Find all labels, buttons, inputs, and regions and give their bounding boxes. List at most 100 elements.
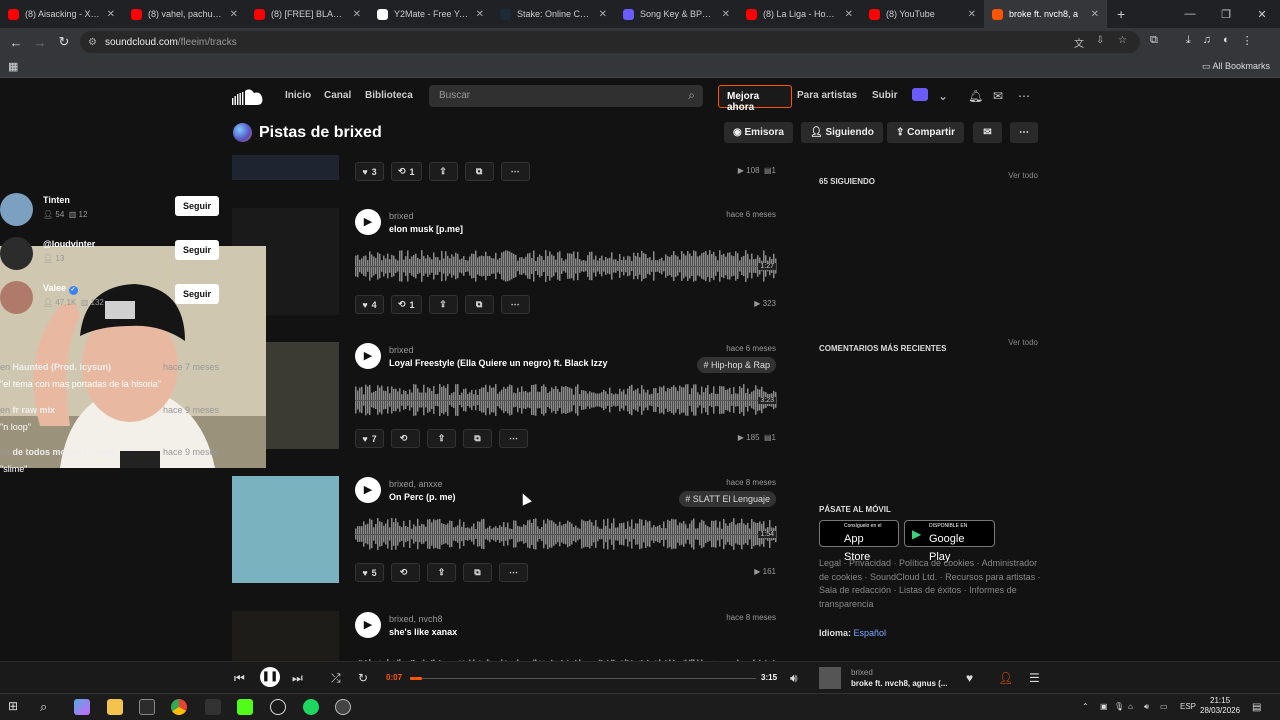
play-button[interactable]: ▶	[355, 209, 381, 235]
track-artwork[interactable]	[232, 476, 339, 583]
close-tab-icon[interactable]: ✕	[107, 9, 115, 20]
language-selector[interactable]: Idioma: Español	[819, 628, 886, 638]
copy-link-button[interactable]: ⧉	[464, 295, 494, 314]
speaker-icon[interactable]: 🔊︎	[1144, 702, 1149, 712]
copy-link-button[interactable]: ⧉	[464, 162, 494, 181]
forward-icon[interactable]: →	[28, 35, 52, 50]
progress-bar[interactable]	[410, 677, 756, 680]
messages-mail-icon[interactable]: ✉	[993, 89, 1003, 103]
browser-tab[interactable]: broke ft. nvch8, a ✕	[984, 0, 1107, 28]
track-artist[interactable]: brixed, anxxe	[389, 479, 443, 489]
queue-icon[interactable]: ☰	[1029, 671, 1040, 685]
waveform[interactable]	[355, 380, 777, 420]
play-button[interactable]: ▶	[355, 477, 381, 503]
repost-button[interactable]: ⟲ 1	[391, 162, 422, 181]
site-info-icon[interactable]: ⚙	[88, 37, 97, 48]
language-value[interactable]: Español	[854, 628, 887, 638]
follow-artist-icon[interactable]: 👤︎	[998, 671, 1013, 685]
copy-link-button[interactable]: ⧉	[463, 429, 492, 448]
close-tab-icon[interactable]: ✕	[1091, 9, 1099, 20]
windows-start-icon[interactable]: ⊞	[8, 699, 24, 715]
close-tab-icon[interactable]: ✕	[353, 9, 361, 20]
app-icon[interactable]	[205, 699, 221, 715]
play-button[interactable]: ▶	[355, 612, 381, 638]
chevron-down-icon[interactable]: ⌄	[938, 89, 948, 103]
app-store-button[interactable]: Consíguelo en el App Store	[819, 520, 899, 563]
share-button[interactable]: ⇪	[427, 563, 456, 582]
browser-tab[interactable]: (8) La Liga - Hoy Te v ✕	[738, 0, 861, 28]
browser-tab[interactable]: Y2Mate - Free YouTub ✕	[369, 0, 492, 28]
track-title[interactable]: elon musk [p.me]	[389, 224, 463, 234]
copilot-icon[interactable]	[74, 699, 90, 715]
next-track-icon[interactable]: ⏭	[292, 671, 303, 686]
network-icon[interactable]: ⌂	[1128, 702, 1133, 711]
comments-see-all[interactable]: Ver todo	[1008, 338, 1038, 347]
more-button[interactable]: ⋯	[499, 563, 528, 582]
like-button[interactable]: ♥ 3	[355, 162, 384, 181]
close-tab-icon[interactable]: ✕	[476, 9, 484, 20]
browser-tab[interactable]: (8) Aisacking - XQ SC ✕	[0, 0, 123, 28]
share-button[interactable]: ⇪	[427, 429, 456, 448]
user-avatar[interactable]	[912, 88, 928, 101]
translate-icon[interactable]: 文	[1074, 35, 1084, 50]
new-tab-icon[interactable]: +	[1107, 6, 1135, 22]
genre-tag[interactable]: # Hip-hop & Rap	[697, 357, 776, 373]
all-bookmarks[interactable]: ▭ All Bookmarks	[1202, 61, 1270, 72]
follow-button[interactable]: Seguir	[175, 240, 219, 260]
shuffle-icon[interactable]: ⤮	[331, 671, 341, 686]
restore-icon[interactable]: ❐	[1208, 8, 1244, 21]
more-dots-icon[interactable]: ⋯	[1018, 89, 1030, 103]
like-button[interactable]: ♥ 7	[355, 429, 384, 448]
language-indicator[interactable]: ESP	[1180, 702, 1196, 711]
user-avatar[interactable]	[0, 281, 33, 314]
media-icon[interactable]: ♫	[1203, 34, 1211, 47]
waveform[interactable]	[355, 514, 777, 554]
comment-track[interactable]: fr raw mix	[13, 405, 56, 415]
google-play-button[interactable]: ▶ DISPONIBLE EN Google Play	[904, 520, 995, 563]
volume-icon[interactable]: 🔊︎	[790, 671, 798, 686]
microphone-icon[interactable]: 🎙︎	[1114, 702, 1124, 711]
legal-links[interactable]: Legal · Privacidad · Política de cookies…	[819, 557, 1041, 611]
share-button[interactable]: ⇪	[428, 162, 458, 181]
clock[interactable]: 21:15 28/03/2026	[1200, 696, 1240, 716]
close-window-icon[interactable]: ✕	[1244, 8, 1280, 21]
store-icon[interactable]	[139, 699, 155, 715]
previous-track-icon[interactable]: ⏮	[234, 671, 245, 686]
like-heart-icon[interactable]: ♥	[966, 671, 973, 685]
profile-avatar-small[interactable]	[233, 123, 252, 142]
browser-tab[interactable]: Stake: Online Casino ✕	[492, 0, 615, 28]
browser-tab[interactable]: (8) [FREE] BLAGH Typ ✕	[246, 0, 369, 28]
follow-button[interactable]: Seguir	[175, 196, 219, 216]
track-artist[interactable]: brixed, nvch8	[389, 614, 443, 624]
profile-avatar[interactable]: ◐	[1223, 34, 1230, 47]
user-name-link[interactable]: @loudvinter	[43, 239, 95, 249]
more-button[interactable]: ⋯	[500, 295, 530, 314]
track-title[interactable]: Loyal Freestyle (Ella Quiere un negro) f…	[389, 358, 608, 368]
repost-button[interactable]: ⟲	[391, 429, 420, 448]
user-name-link[interactable]: Tinten	[43, 195, 70, 205]
obs-icon[interactable]	[270, 699, 286, 715]
close-tab-icon[interactable]: ✕	[722, 9, 730, 20]
track-title[interactable]: On Perc (p. me)	[389, 492, 456, 502]
kick-icon[interactable]	[237, 699, 253, 715]
repeat-icon[interactable]: ↻	[358, 671, 368, 685]
notifications-bell-icon[interactable]: 🔔︎	[968, 89, 983, 103]
track-title[interactable]: she's like xanax	[389, 627, 457, 637]
apps-grid-icon[interactable]: ▦	[8, 60, 18, 73]
more-button[interactable]: ⋯	[499, 429, 528, 448]
extensions-icon[interactable]: ⧉	[1150, 34, 1158, 47]
spotify-icon[interactable]	[303, 699, 319, 715]
menu-dots-icon[interactable]: ⋮	[1242, 34, 1253, 47]
share-button[interactable]: ⇪ Compartir	[887, 122, 964, 143]
file-explorer-icon[interactable]	[107, 699, 123, 715]
now-playing-title[interactable]: broke ft. nvch8, agnus (...	[851, 679, 947, 688]
nav-biblioteca[interactable]: Biblioteca	[365, 90, 413, 101]
more-actions-button[interactable]: ⋯	[1010, 122, 1038, 143]
repost-button[interactable]: ⟲ 1	[391, 295, 422, 314]
browser-tab[interactable]: Song Key & BPM Fin ✕	[615, 0, 738, 28]
tray-chevron-icon[interactable]: ⌃	[1082, 702, 1089, 711]
genre-tag[interactable]: # SLATT El Lenguaje	[679, 491, 776, 507]
close-tab-icon[interactable]: ✕	[230, 9, 238, 20]
now-playing-artwork[interactable]	[819, 667, 841, 689]
battery-icon[interactable]: ▭	[1160, 702, 1168, 711]
